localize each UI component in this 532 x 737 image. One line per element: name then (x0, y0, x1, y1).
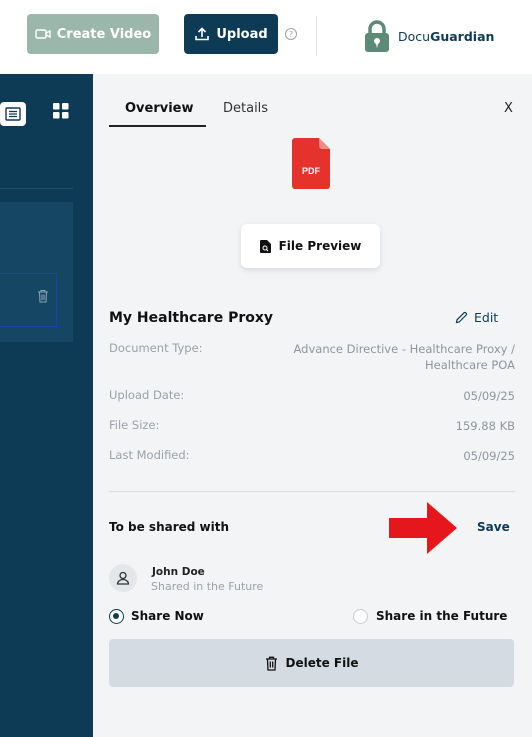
file-search-icon (259, 239, 271, 253)
help-icon[interactable]: ? (285, 28, 297, 40)
document-type-value: Advance Directive - Healthcare Proxy / He… (293, 342, 516, 372)
document-title: My Healthcare Proxy (109, 310, 274, 326)
red-arrow-annotation (389, 502, 457, 554)
create-video-button[interactable]: Create Video (27, 14, 159, 54)
file-preview-label: File Preview (278, 239, 362, 253)
create-video-label: Create Video (56, 26, 152, 42)
document-list-panel (0, 74, 93, 737)
shared-with-heading: To be shared with (109, 520, 230, 534)
upload-label: Upload (216, 26, 268, 42)
docuguardian-logo: DocuGuardian (362, 18, 494, 54)
shared-user-name: John Doe (152, 566, 205, 578)
last-modified-value: 05/09/25 (463, 449, 515, 463)
share-now-radio[interactable] (109, 609, 124, 624)
trash-icon (265, 656, 277, 671)
pdf-badge: PDF (302, 166, 321, 176)
last-modified-label: Last Modified: (109, 448, 190, 462)
trash-icon[interactable] (37, 288, 49, 307)
tab-overview[interactable]: Overview (125, 101, 194, 116)
delete-file-button[interactable]: Delete File (109, 639, 514, 687)
edit-button[interactable]: Edit (455, 310, 498, 325)
delete-file-label: Delete File (285, 656, 359, 670)
upload-icon (195, 27, 210, 41)
share-future-label[interactable]: Share in the Future (376, 609, 507, 623)
share-now-label[interactable]: Share Now (131, 609, 204, 623)
avatar (109, 564, 137, 592)
grid-view-icon[interactable] (52, 102, 70, 120)
share-future-radio[interactable] (353, 609, 368, 624)
document-type-label: Document Type: (109, 341, 203, 355)
save-button[interactable]: Save (477, 520, 510, 534)
user-icon (116, 571, 130, 585)
file-size-value: 159.88 KB (455, 419, 515, 433)
section-divider (109, 491, 515, 492)
padlock-logo-icon (365, 20, 389, 52)
pencil-icon (455, 311, 468, 324)
active-tab-indicator (109, 125, 206, 127)
tab-details[interactable]: Details (223, 101, 268, 116)
upload-date-value: 05/09/25 (463, 389, 515, 403)
list-view-icon[interactable] (0, 102, 26, 126)
upload-date-label: Upload Date: (109, 388, 185, 402)
header-divider (316, 16, 317, 56)
edit-label: Edit (474, 310, 499, 325)
close-button[interactable]: X (504, 101, 513, 116)
top-bar: Create Video Upload ? DocuGuardian (0, 0, 532, 74)
shared-user-status: Shared in the Future (151, 580, 264, 593)
pdf-file-icon: PDF (292, 138, 330, 189)
video-camera-icon (35, 29, 51, 39)
logo-text: DocuGuardian (398, 28, 495, 44)
file-preview-button[interactable]: File Preview (241, 224, 380, 268)
document-detail-panel: Overview Details X PDF File Preview My H… (93, 74, 532, 737)
upload-button[interactable]: Upload (184, 14, 278, 54)
list-divider (0, 188, 73, 189)
file-size-label: File Size: (109, 418, 160, 432)
